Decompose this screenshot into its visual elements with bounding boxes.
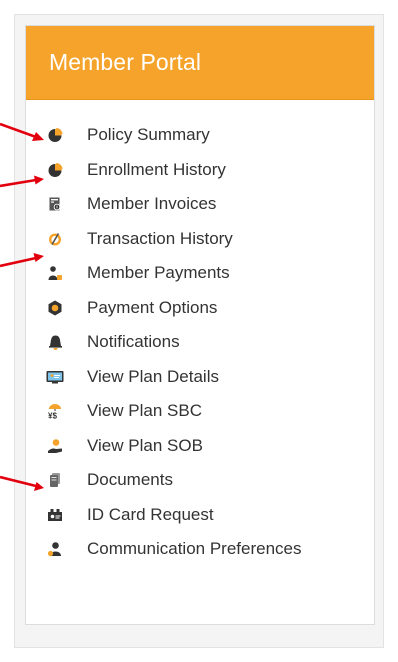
menu-item-member-payments[interactable]: Member Payments	[26, 256, 374, 291]
menu-item-label: Documents	[87, 470, 173, 490]
svg-text:¥$: ¥$	[48, 412, 57, 420]
user-hand-icon	[46, 437, 64, 455]
menu-item-label: Enrollment History	[87, 159, 226, 179]
payment-user-icon	[46, 264, 64, 282]
invoice-icon	[46, 195, 64, 213]
sidebar-panel: Member Portal Policy Summary Enrollment …	[14, 14, 384, 648]
documents-icon	[46, 471, 64, 489]
menu-item-view-plan-sbc[interactable]: ¥$ View Plan SBC	[26, 394, 374, 429]
menu-item-label: View Plan Details	[87, 366, 219, 386]
menu-item-label: View Plan SOB	[87, 435, 203, 455]
menu-item-id-card-request[interactable]: ID Card Request	[26, 498, 374, 533]
menu-item-view-plan-details[interactable]: View Plan Details	[26, 360, 374, 395]
menu-item-view-plan-sob[interactable]: View Plan SOB	[26, 429, 374, 464]
pie-chart-icon	[46, 126, 64, 144]
menu-item-label: Notifications	[87, 332, 180, 352]
user-preferences-icon	[46, 540, 64, 558]
menu-item-label: Member Invoices	[87, 194, 217, 214]
menu-item-payment-options[interactable]: Payment Options	[26, 291, 374, 326]
member-portal-card: Member Portal Policy Summary Enrollment …	[25, 25, 375, 625]
menu-item-label: Transaction History	[87, 228, 233, 248]
member-portal-title: Member Portal	[49, 49, 202, 75]
member-portal-menu: Policy Summary Enrollment History Member…	[26, 100, 374, 567]
bell-icon	[46, 333, 64, 351]
menu-item-label: Payment Options	[87, 297, 218, 317]
pie-chart-icon	[46, 161, 64, 179]
menu-item-policy-summary[interactable]: Policy Summary	[26, 118, 374, 153]
menu-item-notifications[interactable]: Notifications	[26, 325, 374, 360]
menu-item-transaction-history[interactable]: Transaction History	[26, 222, 374, 257]
menu-item-member-invoices[interactable]: Member Invoices	[26, 187, 374, 222]
menu-item-enrollment-history[interactable]: Enrollment History	[26, 153, 374, 188]
member-portal-header: Member Portal	[26, 26, 374, 100]
menu-item-communication-preferences[interactable]: Communication Preferences	[26, 532, 374, 567]
menu-item-label: Member Payments	[87, 263, 230, 283]
id-card-icon	[46, 506, 64, 524]
transaction-icon	[46, 230, 64, 248]
menu-item-label: Policy Summary	[87, 125, 210, 145]
gear-icon	[46, 299, 64, 317]
monitor-icon	[46, 368, 64, 386]
menu-item-label: Communication Preferences	[87, 539, 302, 559]
page: Member Portal Policy Summary Enrollment …	[0, 0, 398, 662]
menu-item-documents[interactable]: Documents	[26, 463, 374, 498]
menu-item-label: ID Card Request	[87, 504, 214, 524]
menu-item-label: View Plan SBC	[87, 401, 202, 421]
plan-sbc-icon: ¥$	[46, 402, 64, 420]
